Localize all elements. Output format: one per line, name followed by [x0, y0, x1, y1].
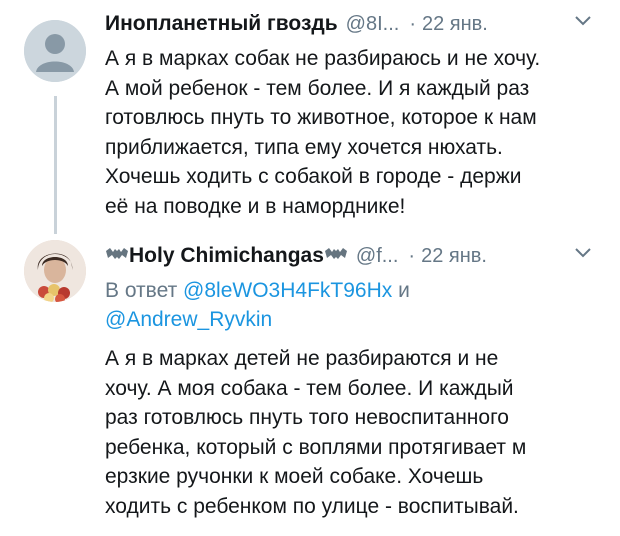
tweet-text-line: приближается, типа ему хочется нюхать. — [105, 135, 503, 159]
tweet-text-line: ребенка, который с воплями протягивает м — [105, 435, 527, 459]
tweet-header: Инопланетный гвоздь @8I... · 22 янв. — [105, 10, 604, 38]
avatar[interactable] — [24, 240, 86, 302]
separator-dot: · — [408, 244, 416, 267]
tweet-text-line: раз готовлюсь пнуть того невоспитанного — [105, 406, 509, 429]
tweet-text-line: А я в марках детей не разбираются и не — [105, 347, 499, 370]
tweet-header: Holy Chimichangas @f... · 22 янв. — [105, 242, 604, 270]
tweet-text-line: А мой ребенок - тем более. И я каждый ра… — [105, 76, 530, 100]
tweet-text-line: А я в марках собак не разбираюсь и не хо… — [105, 47, 541, 70]
tweet-text-line: ходить с ребенком по улице - воспитывай. — [105, 494, 519, 518]
author-name[interactable]: Инопланетный гвоздь — [105, 12, 338, 36]
chevron-down-icon[interactable] — [574, 14, 592, 32]
thread-connector-line — [54, 96, 57, 234]
reply-prefix: В ответ — [105, 279, 178, 302]
tweet-text-line: хочу. А моя собака - тем более. И каждый — [105, 376, 514, 400]
mention-link[interactable]: @Andrew_Ryvkin — [105, 308, 272, 331]
tweet-text-line: ерзкие ручонки к моей собаке. Хочешь — [105, 465, 484, 488]
tweet-text: А я в марках детей не разбираются и не х… — [105, 344, 610, 521]
avatar[interactable] — [24, 20, 86, 82]
author-name[interactable]: Holy Chimichangas — [129, 244, 324, 268]
tweet-text-line: Хочешь ходить с собакой в городе - держи — [105, 165, 522, 188]
tweet-text-line: её на поводке и в наморднике! — [105, 194, 406, 218]
tweet-text: А я в марках собак не разбираюсь и не хо… — [105, 44, 610, 221]
mention-link[interactable]: @8leWO3H4FkT96Hx — [183, 279, 392, 302]
reply-conjunction: и — [398, 279, 410, 302]
author-handle[interactable]: @f... — [356, 245, 399, 268]
bat-emoji-icon — [105, 246, 129, 267]
profile-photo-icon — [24, 240, 86, 302]
separator-dot: · — [409, 12, 416, 35]
tweet-text-line: готовлюсь пнуть то животное, которое к н… — [105, 106, 537, 129]
default-profile-avatar-icon — [24, 20, 86, 82]
reply-context: В ответ @8leWO3H4FkT96Hx и @Andrew_Ryvki… — [105, 276, 610, 334]
chevron-down-icon[interactable] — [574, 246, 592, 264]
bat-emoji-icon — [324, 246, 348, 267]
tweet-date[interactable]: 22 янв. — [422, 13, 488, 36]
author-handle[interactable]: @8I... — [346, 13, 400, 36]
tweet-date[interactable]: 22 янв. — [421, 245, 487, 268]
